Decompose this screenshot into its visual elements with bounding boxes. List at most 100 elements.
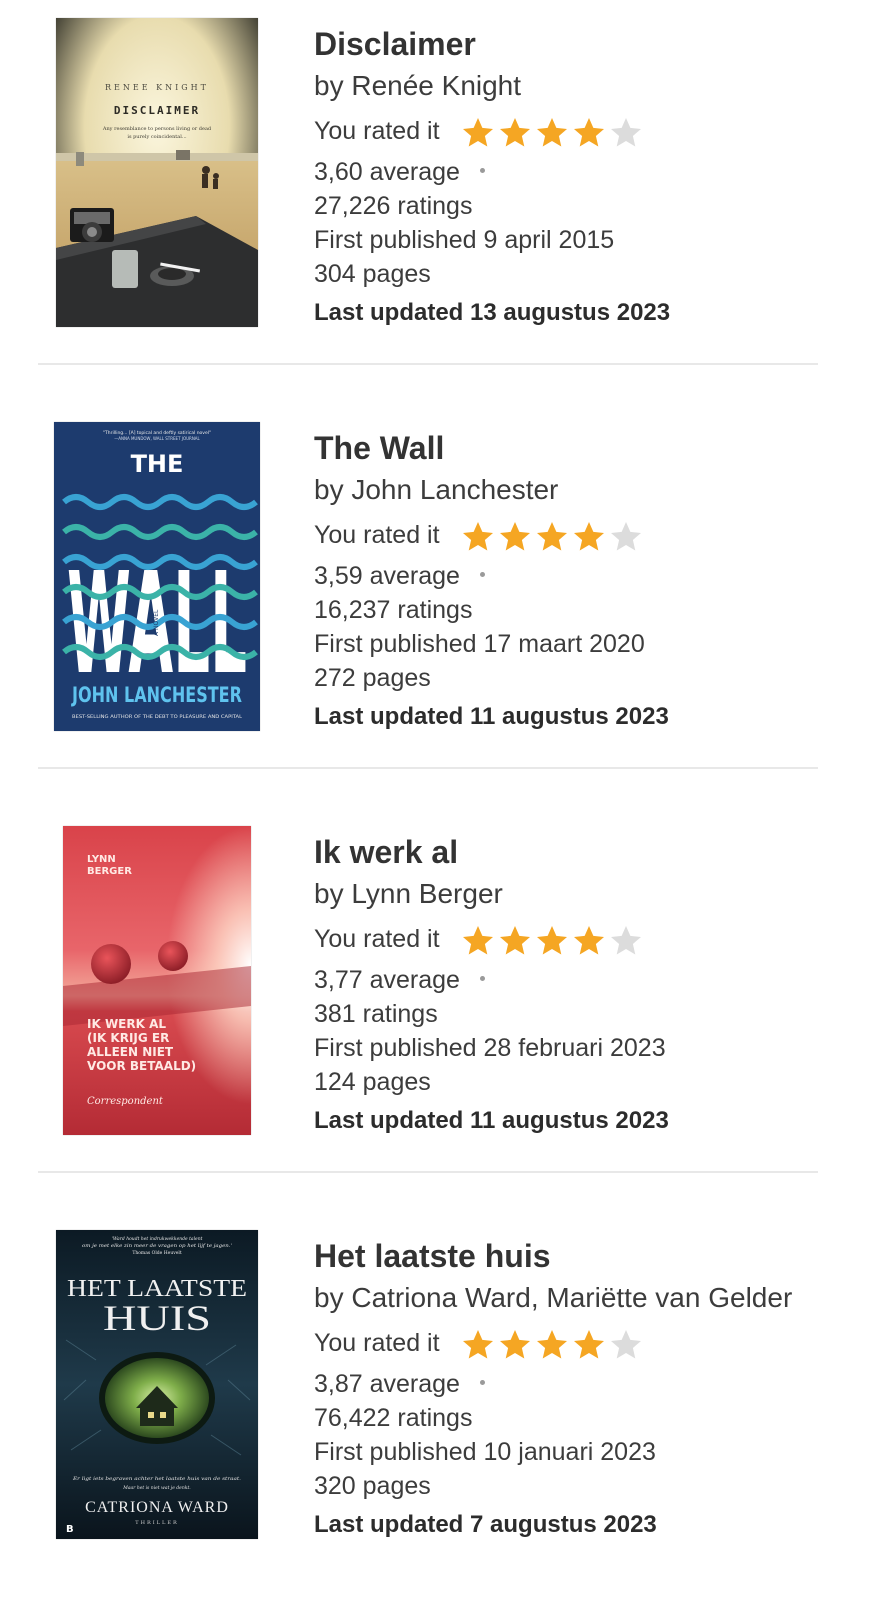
- ratings-count: 76,422 ratings: [314, 1404, 473, 1432]
- cover-publisher-mark: B: [66, 1524, 74, 1535]
- star-filled-icon[interactable]: [534, 1327, 570, 1363]
- last-updated: Last updated 11 augustus 2023: [314, 1107, 669, 1134]
- book-title[interactable]: Disclaimer: [314, 26, 476, 63]
- cover-byline: BEST-SELLING AUTHOR OF THE DEBT TO PLEAS…: [72, 714, 243, 720]
- cover-title-line: HUIS: [103, 1298, 211, 1338]
- rated-label: You rated it: [314, 117, 440, 145]
- book-author[interactable]: by John Lanchester: [314, 474, 558, 506]
- star-filled-icon[interactable]: [460, 923, 496, 959]
- first-published: First published 28 februari 2023: [314, 1034, 666, 1062]
- book-cover-disclaimer[interactable]: RENEE KNIGHT DISCLAIMER Any resemblance …: [56, 18, 258, 327]
- cover-title-small: THE: [131, 450, 184, 478]
- average-rating: 3,77 average: [314, 966, 485, 995]
- page-count: 304 pages: [314, 260, 431, 288]
- star-filled-icon[interactable]: [497, 923, 533, 959]
- star-filled-icon[interactable]: [460, 1327, 496, 1363]
- cover-title-line: IK WERK AL: [87, 1017, 166, 1031]
- rated-label: You rated it: [314, 1329, 440, 1357]
- last-updated: Last updated 13 augustus 2023: [314, 299, 671, 326]
- star-filled-icon[interactable]: [571, 923, 607, 959]
- ratings-count: 27,226 ratings: [314, 192, 473, 220]
- star-filled-icon[interactable]: [534, 519, 570, 555]
- separator-dot: [479, 1379, 485, 1385]
- book-author[interactable]: by Catriona Ward, Mariëtte van Gelder: [314, 1282, 792, 1314]
- star-empty-icon[interactable]: [608, 519, 644, 555]
- book-item: LYNN BERGER IK WERK AL (IK KRIJG ER ALLE…: [0, 808, 873, 1138]
- average-rating-text: 3,59 average: [314, 562, 460, 590]
- divider: [38, 1171, 818, 1173]
- rating-stars[interactable]: [460, 923, 650, 959]
- average-rating: 3,87 average: [314, 1370, 485, 1399]
- average-rating: 3,60 average: [314, 158, 485, 187]
- cover-author-line: BERGER: [87, 866, 132, 877]
- book-author[interactable]: by Renée Knight: [314, 70, 521, 102]
- average-rating-text: 3,60 average: [314, 158, 460, 186]
- cover-author-line: LYNN: [87, 854, 116, 865]
- rating-stars[interactable]: [460, 519, 650, 555]
- ratings-count: 381 ratings: [314, 1000, 438, 1028]
- star-filled-icon[interactable]: [497, 1327, 533, 1363]
- book-item: 'Ward houdt het indrukwekkende talent om…: [0, 1212, 873, 1542]
- star-empty-icon[interactable]: [608, 115, 644, 151]
- book-cover-the-wall[interactable]: "Thrilling... [A] topical and deftly sat…: [54, 422, 260, 731]
- book-cover-ik-werk-al[interactable]: LYNN BERGER IK WERK AL (IK KRIJG ER ALLE…: [63, 826, 251, 1135]
- star-filled-icon[interactable]: [571, 519, 607, 555]
- star-empty-icon[interactable]: [608, 1327, 644, 1363]
- cover-tagline: is purely coincidental...: [127, 134, 187, 140]
- star-filled-icon[interactable]: [571, 1327, 607, 1363]
- cover-publisher: Correspondent: [87, 1096, 164, 1107]
- average-rating-text: 3,87 average: [314, 1370, 460, 1398]
- cover-quote: om je met elke zin meer de vragen op het…: [82, 1243, 232, 1249]
- rated-label: You rated it: [314, 925, 440, 953]
- book-title[interactable]: Het laatste huis: [314, 1238, 551, 1275]
- first-published: First published 9 april 2015: [314, 226, 615, 254]
- book-title[interactable]: Ik werk al: [314, 834, 458, 871]
- star-filled-icon[interactable]: [460, 115, 496, 151]
- cover-title-line: (IK KRIJG ER: [87, 1031, 169, 1045]
- book-title[interactable]: The Wall: [314, 430, 444, 467]
- book-item: RENEE KNIGHT DISCLAIMER Any resemblance …: [0, 0, 873, 330]
- star-filled-icon[interactable]: [460, 519, 496, 555]
- page-count: 320 pages: [314, 1472, 431, 1500]
- book-author[interactable]: by Lynn Berger: [314, 878, 503, 910]
- rating-stars[interactable]: [460, 1327, 650, 1363]
- cover-quote-source: —ANNA MUNDOW, WALL STREET JOURNAL: [114, 436, 200, 441]
- cover-title-text: DISCLAIMER: [114, 104, 200, 117]
- cover-author-text: RENEE KNIGHT: [105, 83, 209, 92]
- book-cover-het-laatste-huis[interactable]: 'Ward houdt het indrukwekkende talent om…: [56, 1230, 258, 1539]
- cover-tagline: Any resemblance to persons living or dea…: [102, 126, 212, 132]
- user-rating: You rated it: [314, 519, 674, 555]
- cover-title-line: ALLEEN NIET: [87, 1045, 174, 1059]
- cover-genre: THRILLER: [135, 1520, 179, 1526]
- first-published: First published 17 maart 2020: [314, 630, 645, 658]
- star-filled-icon[interactable]: [571, 115, 607, 151]
- first-published: First published 10 januari 2023: [314, 1438, 656, 1466]
- average-rating: 3,59 average: [314, 562, 485, 591]
- separator-dot: [479, 571, 485, 577]
- cover-quote: 'Ward houdt het indrukwekkende talent: [112, 1236, 203, 1242]
- cover-quote-source: Thomas Olde Heuvelt: [132, 1250, 182, 1256]
- star-filled-icon[interactable]: [497, 519, 533, 555]
- separator-dot: [479, 167, 485, 173]
- last-updated: Last updated 11 augustus 2023: [314, 703, 669, 730]
- star-empty-icon[interactable]: [608, 923, 644, 959]
- cover-author: JOHN LANCHESTER: [70, 683, 242, 707]
- average-rating-text: 3,77 average: [314, 966, 460, 994]
- cover-blurb: Maar het is niet wat je denkt.: [122, 1485, 191, 1491]
- user-rating: You rated it: [314, 923, 674, 959]
- rated-label: You rated it: [314, 521, 440, 549]
- star-filled-icon[interactable]: [534, 115, 570, 151]
- user-rating: You rated it: [314, 1327, 674, 1363]
- cover-title-line: VOOR BETAALD): [87, 1059, 196, 1073]
- cover-author: CATRIONA WARD: [85, 1499, 229, 1516]
- rating-stars[interactable]: [460, 115, 650, 151]
- page-count: 124 pages: [314, 1068, 431, 1096]
- ratings-count: 16,237 ratings: [314, 596, 473, 624]
- star-filled-icon[interactable]: [534, 923, 570, 959]
- cover-novel: A NOVEL: [153, 609, 160, 636]
- separator-dot: [479, 975, 485, 981]
- star-filled-icon[interactable]: [497, 115, 533, 151]
- user-rating: You rated it: [314, 115, 674, 151]
- book-item: "Thrilling... [A] topical and deftly sat…: [0, 404, 873, 734]
- cover-blurb: Er ligt iets begraven achter het laatste…: [72, 1476, 242, 1482]
